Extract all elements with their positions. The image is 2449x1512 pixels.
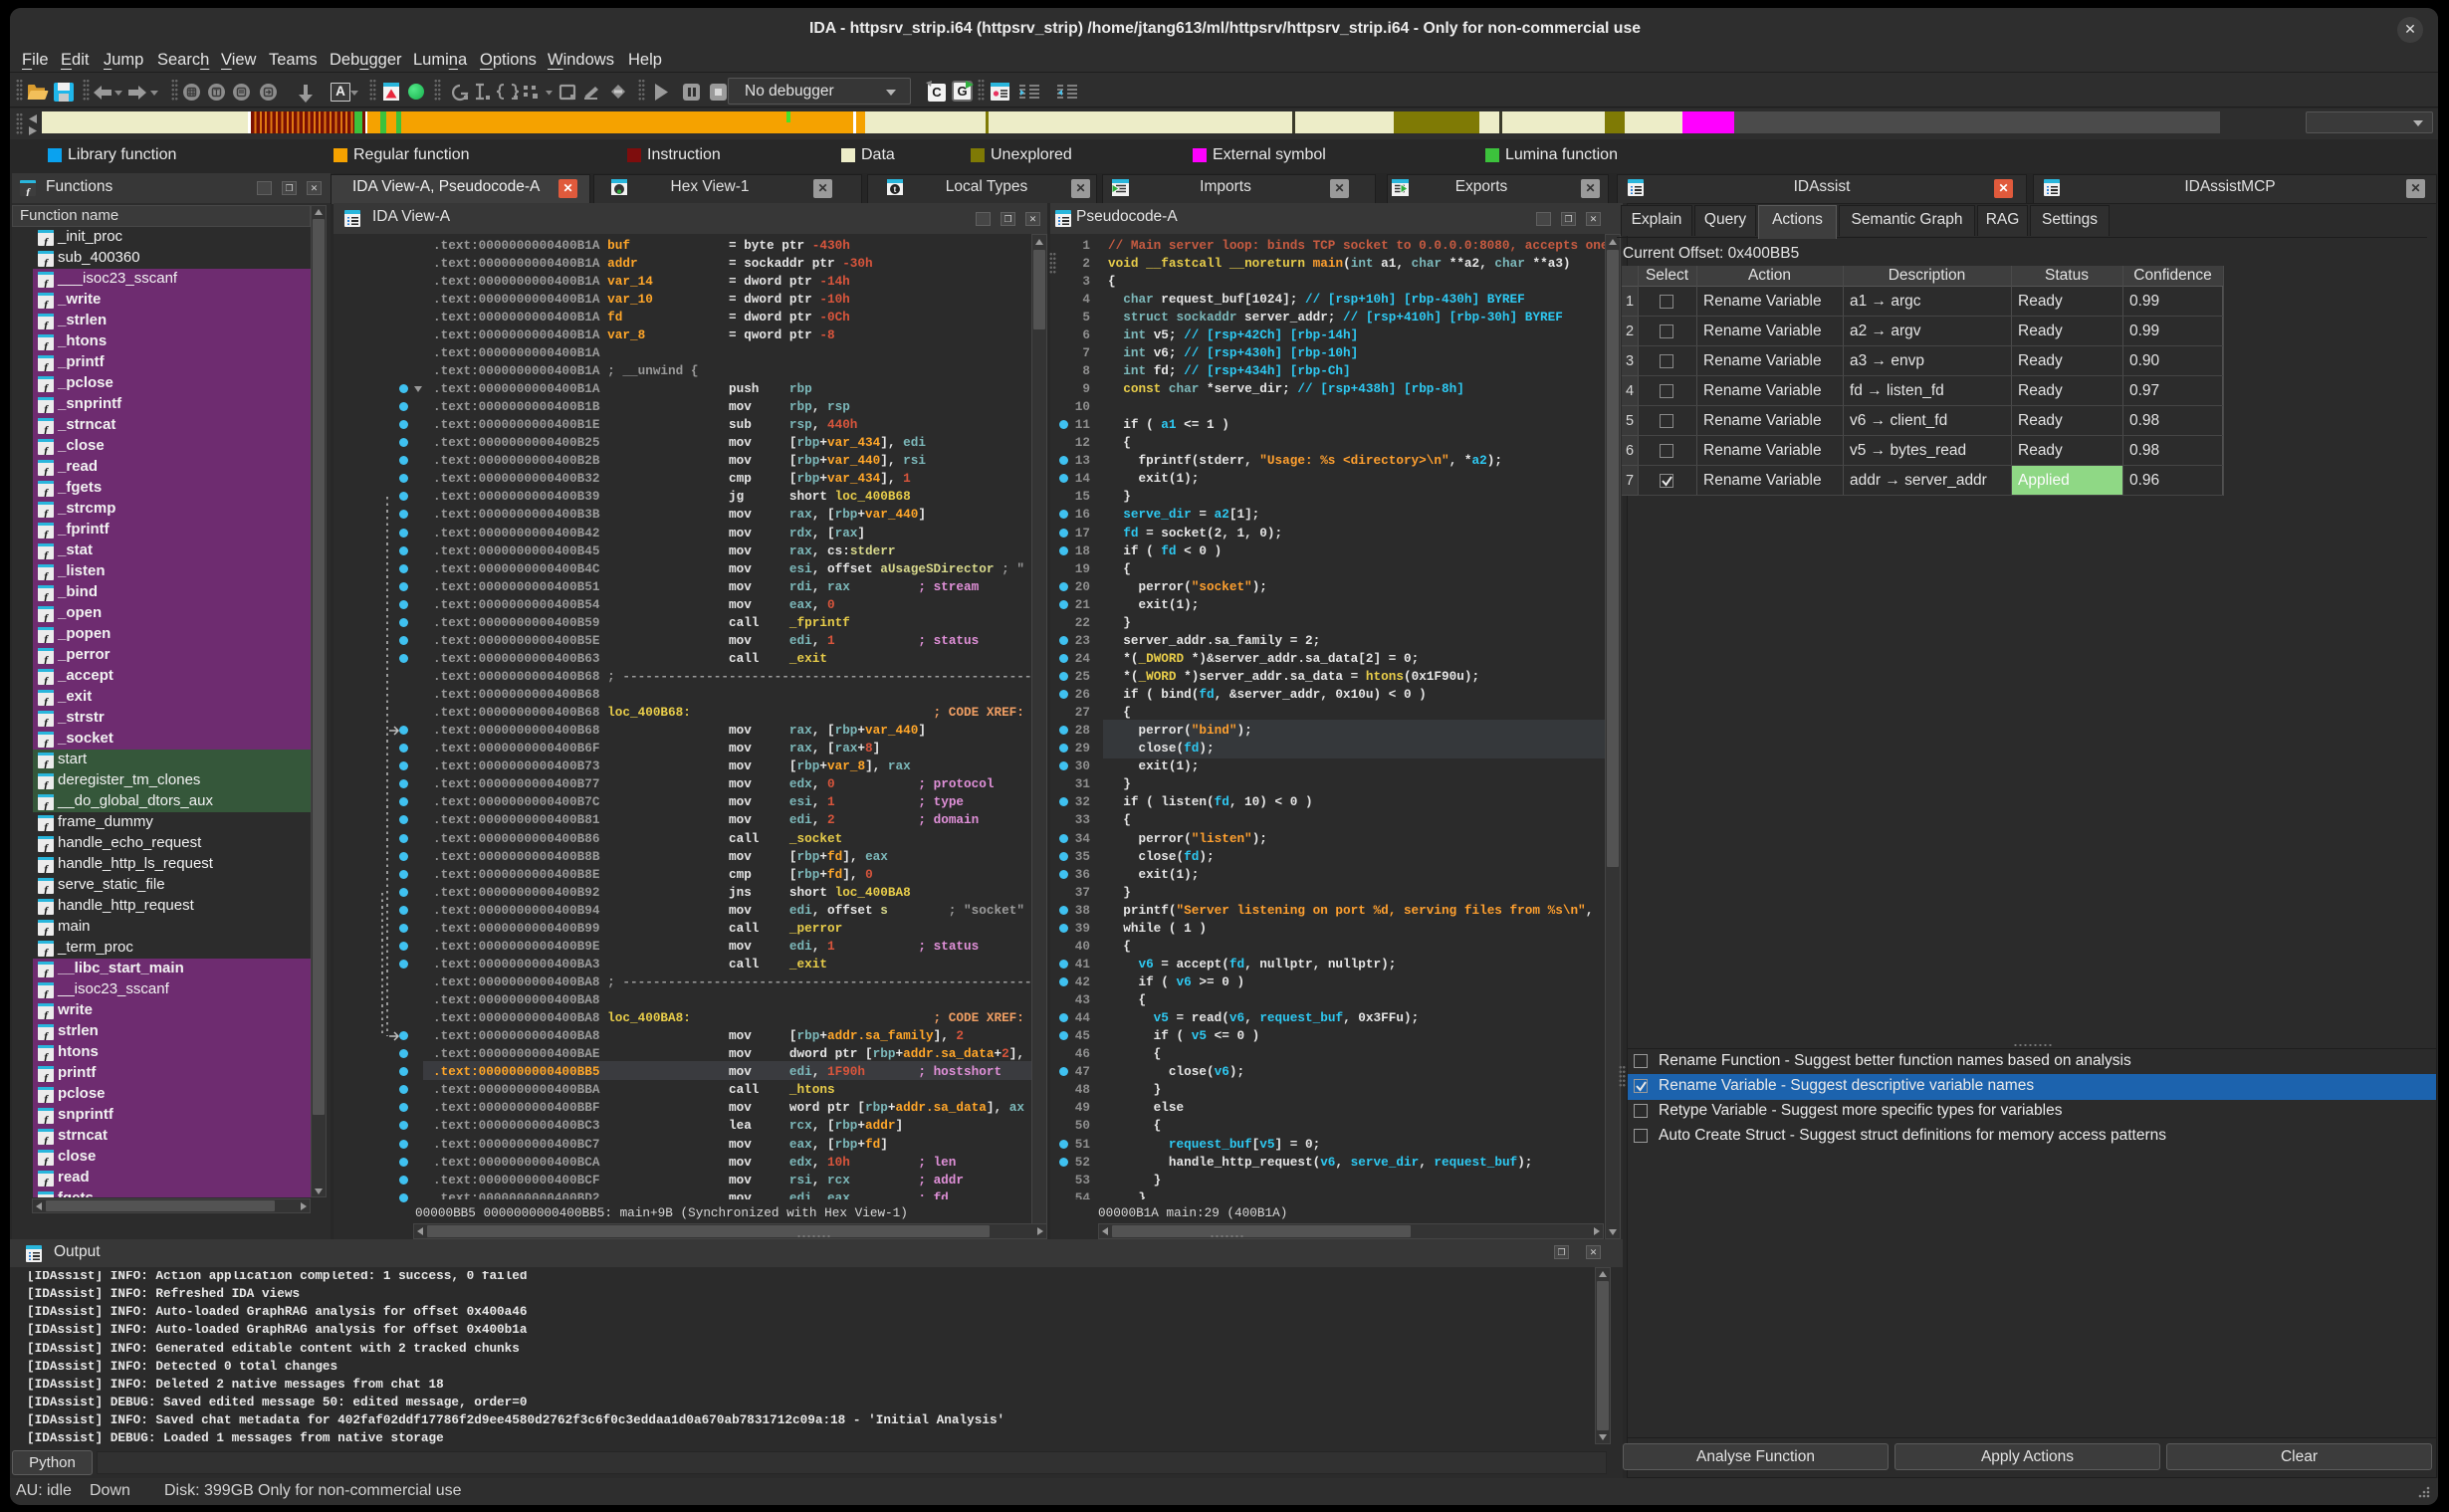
svg-text:T: T — [214, 89, 219, 98]
svg-text:t: t — [894, 185, 897, 194]
